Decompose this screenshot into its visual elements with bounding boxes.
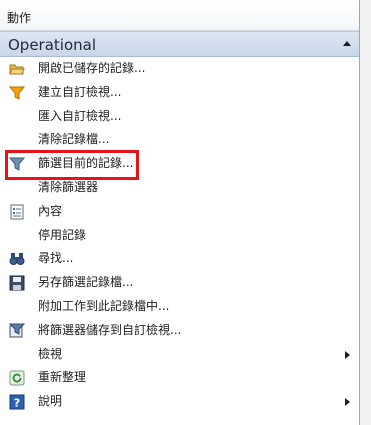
action-label: 開啟已儲存的記錄... xyxy=(38,61,146,75)
help-icon: ? xyxy=(9,394,25,410)
action-create-custom-view[interactable]: 建立自訂檢視... xyxy=(0,81,359,105)
action-save-filtered-log[interactable]: 另存篩選記錄檔... xyxy=(0,271,359,295)
action-label: 匯入自訂檢視... xyxy=(38,108,122,123)
action-properties[interactable]: 內容 xyxy=(0,200,359,224)
section-operational[interactable]: Operational xyxy=(0,31,359,57)
action-label: 尋找... xyxy=(38,251,74,266)
action-label: 清除記錄檔... xyxy=(38,132,110,147)
action-label: 另存篩選記錄檔... xyxy=(38,275,134,290)
action-label: 篩選目前的記錄... xyxy=(38,156,134,171)
scrollbar-edge[interactable] xyxy=(360,0,371,425)
action-import-custom-view[interactable]: 匯入自訂檢視... xyxy=(0,105,359,129)
action-label: 內容 xyxy=(38,203,63,218)
action-clear-log[interactable]: 清除記錄檔... xyxy=(0,128,359,152)
actions-pane-title: 動作 xyxy=(7,11,32,25)
action-label: 將篩選器儲存到自訂檢視... xyxy=(38,322,182,337)
open-folder-icon xyxy=(9,61,25,77)
collapse-up-icon[interactable] xyxy=(343,41,351,46)
action-view[interactable]: 檢視 xyxy=(0,343,359,367)
binoculars-icon xyxy=(9,251,25,267)
action-open-saved-log[interactable]: 開啟已儲存的記錄... xyxy=(0,57,359,81)
actions-pane: 動作 Operational 開啟已儲存的記錄... 建立自訂檢視... 匯入自… xyxy=(0,0,360,425)
action-filter-current-log[interactable]: 篩選目前的記錄... xyxy=(0,152,359,176)
action-label: 重新整理 xyxy=(38,370,87,385)
action-label: 檢視 xyxy=(38,346,63,361)
action-label: 清除篩選器 xyxy=(38,179,99,194)
action-label: 附加工作到此記錄檔中... xyxy=(38,298,170,313)
action-clear-filter[interactable]: 清除篩選器 xyxy=(0,176,359,200)
submenu-arrow-icon xyxy=(345,350,350,359)
save-disk-icon xyxy=(9,275,25,291)
action-refresh[interactable]: 重新整理 xyxy=(0,366,359,390)
action-save-filter-to-custom-view[interactable]: 將篩選器儲存到自訂檢視... xyxy=(0,319,359,343)
action-disable-log[interactable]: 停用記錄 xyxy=(0,224,359,248)
actions-pane-header: 動作 xyxy=(0,0,359,31)
action-find[interactable]: 尋找... xyxy=(0,247,359,271)
action-label: 建立自訂檢視... xyxy=(38,84,122,99)
action-list: 開啟已儲存的記錄... 建立自訂檢視... 匯入自訂檢視... 清除記錄檔...… xyxy=(0,57,359,414)
action-help[interactable]: ? 說明 xyxy=(0,390,359,414)
submenu-arrow-icon xyxy=(345,398,350,407)
action-label: 停用記錄 xyxy=(38,227,87,242)
save-filter-icon xyxy=(8,323,26,339)
filter-icon xyxy=(8,156,26,172)
action-label: 說明 xyxy=(38,394,63,409)
action-attach-task[interactable]: 附加工作到此記錄檔中... xyxy=(0,295,359,319)
properties-icon xyxy=(9,204,25,220)
refresh-icon xyxy=(9,370,25,386)
filter-funnel-icon xyxy=(8,85,26,101)
section-title: Operational xyxy=(8,36,97,54)
svg-text:?: ? xyxy=(14,397,20,410)
